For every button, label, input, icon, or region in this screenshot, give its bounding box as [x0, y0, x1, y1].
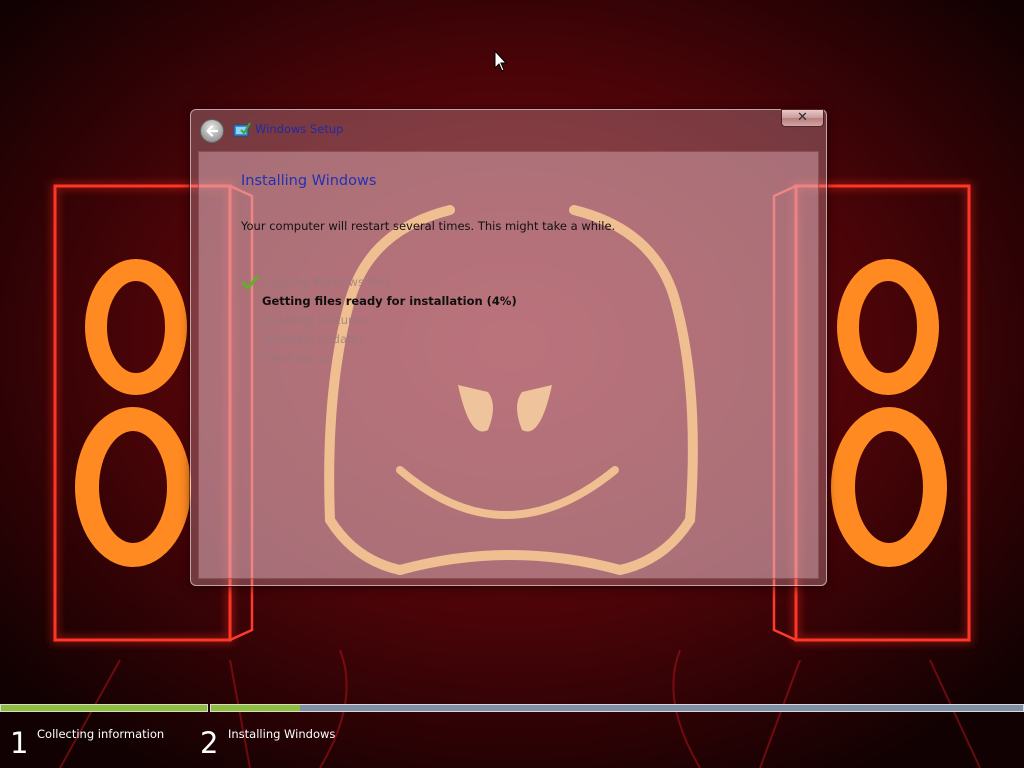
stage-2-label: Installing Windows	[228, 727, 336, 741]
step-item: Installing updates	[262, 332, 365, 346]
checkmark-icon	[241, 275, 259, 290]
restart-notice: Your computer will restart several times…	[241, 219, 616, 233]
stage-2-number: 2	[200, 726, 219, 760]
stage-1-label: Collecting information	[37, 727, 165, 741]
close-icon: ✕	[797, 110, 808, 125]
step-item: Copying Windows files	[262, 275, 392, 289]
stage-2-progress-fill	[211, 705, 301, 711]
back-button[interactable]	[200, 119, 224, 143]
stage-1-progress	[0, 704, 208, 712]
setup-progress-bar	[0, 702, 1024, 713]
close-button[interactable]: ✕	[781, 109, 824, 127]
content-panel: Installing Windows Your computer will re…	[198, 151, 819, 579]
mouse-pointer-icon	[494, 50, 508, 72]
page-title: Installing Windows	[241, 173, 377, 189]
step-item: Finishing up	[262, 351, 331, 365]
step-item-current: Getting files ready for installation (4%…	[262, 294, 517, 308]
back-arrow-icon	[206, 125, 219, 137]
stage-2-progress	[210, 704, 1024, 712]
step-item: Installing features	[262, 313, 366, 327]
stage-1-number: 1	[10, 726, 29, 760]
windows-setup-dialog: Windows Setup ✕ Installing Windows Your …	[190, 109, 827, 586]
window-title: Windows Setup	[255, 122, 344, 136]
windows-setup-icon	[233, 122, 251, 137]
title-bar: Windows Setup ✕	[191, 109, 826, 150]
